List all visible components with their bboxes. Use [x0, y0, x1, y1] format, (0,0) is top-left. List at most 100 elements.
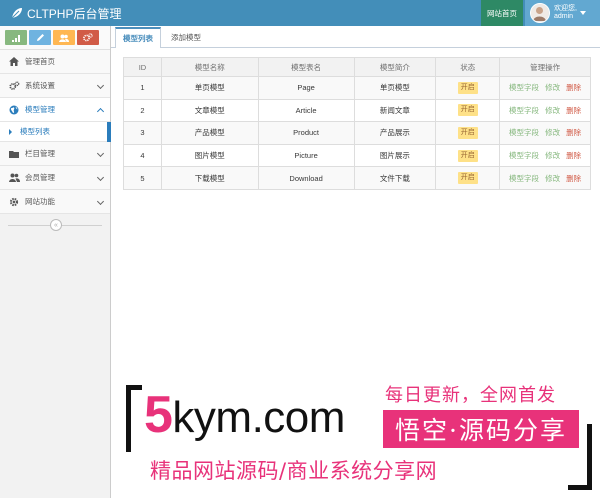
- column-header-table: 模型表名: [257, 57, 355, 77]
- cell-status: 开启: [435, 166, 501, 190]
- avatar: [530, 3, 550, 23]
- chevron-down-icon: [96, 197, 105, 206]
- shortcut-signal-button[interactable]: [5, 30, 27, 45]
- delete-link[interactable]: 删除: [566, 174, 581, 183]
- user-menu[interactable]: 欢迎您, admin: [525, 0, 600, 26]
- sidebar-item-label: 管理首页: [25, 57, 55, 66]
- cell-id: 4: [123, 143, 162, 168]
- cell-table: Article: [257, 98, 355, 123]
- folder-icon: [8, 148, 20, 160]
- watermark-domain-digit: 5: [144, 386, 173, 444]
- signal-icon: [11, 34, 20, 42]
- sidebar-item-label: 会员管理: [25, 173, 55, 182]
- cell-name: 图片模型: [160, 143, 259, 168]
- cell-name: 下载模型: [160, 166, 259, 190]
- globe-icon: [8, 104, 20, 116]
- cell-name: 产品模型: [160, 121, 259, 145]
- caret-down-icon: [579, 11, 586, 15]
- delete-link[interactable]: 删除: [566, 151, 581, 160]
- cell-actions: 模型字段 修改 删除: [499, 76, 591, 100]
- watermark-footer: 精品网站源码/商业系统分享网: [150, 459, 438, 483]
- fields-link[interactable]: 模型字段: [509, 128, 539, 137]
- double-left-icon: «: [54, 221, 58, 229]
- watermark-brand-box: 悟空·源码分享: [383, 410, 579, 448]
- shortcut-cogs-button[interactable]: [77, 30, 99, 45]
- status-badge[interactable]: 开启: [457, 149, 478, 162]
- delete-link[interactable]: 删除: [566, 128, 581, 137]
- brand[interactable]: CLTPHP后台管理: [11, 5, 121, 21]
- table-row: 1 单页模型 Page 单页模型 开启 模型字段 修改 删除: [123, 76, 591, 100]
- cell-status: 开启: [435, 121, 501, 145]
- status-badge[interactable]: 开启: [457, 172, 478, 185]
- sidebar-item-member-management[interactable]: 会员管理: [0, 166, 110, 190]
- status-badge[interactable]: 开启: [457, 81, 478, 94]
- cell-desc: 单页模型: [353, 76, 437, 100]
- cogs-icon: [83, 33, 93, 42]
- fields-link[interactable]: 模型字段: [509, 151, 539, 160]
- sidebar-collapse-bar: «: [0, 214, 110, 238]
- cell-desc: 图片展示: [353, 143, 437, 168]
- cell-status: 开启: [435, 98, 501, 123]
- tab-bar: 模型列表 添加模型: [111, 26, 600, 48]
- cell-name: 单页模型: [160, 76, 259, 100]
- fields-link[interactable]: 模型字段: [509, 174, 539, 183]
- shortcut-pencil-button[interactable]: [29, 30, 51, 45]
- watermark-domain-rest: kym.com: [172, 393, 345, 442]
- sidebar-item-system-settings[interactable]: 系统设置: [0, 74, 110, 98]
- column-header-id: ID: [123, 57, 162, 77]
- sidebar-item-label: 模型列表: [20, 127, 50, 136]
- cell-name: 文章模型: [160, 98, 259, 123]
- delete-link[interactable]: 删除: [566, 106, 581, 115]
- cell-desc: 产品展示: [353, 121, 437, 145]
- welcome-text: 欢迎您,: [554, 5, 577, 12]
- shortcut-users-button[interactable]: [53, 30, 75, 45]
- delete-link[interactable]: 删除: [566, 83, 581, 92]
- sidebar-item-column-management[interactable]: 栏目管理: [0, 142, 110, 166]
- status-badge[interactable]: 开启: [457, 126, 478, 139]
- edit-link[interactable]: 修改: [545, 83, 560, 92]
- watermark-slogan: 每日更新，全网首发: [385, 385, 556, 406]
- cell-actions: 模型字段 修改 删除: [499, 121, 591, 145]
- caret-right-icon: [9, 129, 12, 135]
- cogs-icon: [8, 80, 20, 92]
- edit-link[interactable]: 修改: [545, 151, 560, 160]
- sidebar-item-dashboard[interactable]: 管理首页: [0, 50, 110, 74]
- cell-id: 3: [123, 121, 162, 145]
- cell-id: 5: [123, 166, 162, 190]
- sidebar-subitem-model-list[interactable]: 模型列表: [0, 122, 116, 142]
- edit-link[interactable]: 修改: [545, 128, 560, 137]
- model-table: ID 模型名称 模型表名 模型简介 状态 管理操作 1 单页模型 Page 单页…: [123, 57, 591, 190]
- chevron-up-icon: [96, 107, 105, 116]
- sidebar-item-site-functions[interactable]: 网站功能: [0, 190, 110, 214]
- chevron-down-icon: [96, 173, 105, 182]
- cell-status: 开启: [435, 143, 501, 168]
- pencil-icon: [36, 34, 44, 41]
- sidebar-item-label: 网站功能: [25, 197, 55, 206]
- table-header-row: ID 模型名称 模型表名 模型简介 状态 管理操作: [123, 57, 591, 77]
- sidebar-collapse-button[interactable]: «: [50, 219, 62, 231]
- sidebar: 管理首页 系统设置 模型管理 模型列表 栏目管理 会员管理 网站功能 «: [0, 26, 116, 498]
- tab-add-model[interactable]: 添加模型: [163, 27, 209, 47]
- cell-id: 2: [123, 98, 162, 123]
- cell-table: Download: [257, 166, 355, 190]
- home-icon: [8, 56, 20, 68]
- user-avatar-icon: [531, 4, 548, 21]
- brand-title: CLTPHP后台管理: [27, 6, 122, 21]
- username: admin: [554, 13, 574, 20]
- column-header-actions: 管理操作: [499, 57, 591, 77]
- table-row: 4 图片模型 Picture 图片展示 开启 模型字段 修改 删除: [123, 143, 591, 168]
- tab-model-list[interactable]: 模型列表: [115, 27, 161, 48]
- cell-desc: 文件下载: [353, 166, 437, 190]
- fields-link[interactable]: 模型字段: [509, 106, 539, 115]
- cell-actions: 模型字段 修改 删除: [499, 143, 591, 168]
- fields-link[interactable]: 模型字段: [509, 83, 539, 92]
- column-header-desc: 模型简介: [353, 57, 437, 77]
- sidebar-item-model-management[interactable]: 模型管理: [0, 98, 110, 122]
- users-icon: [59, 34, 69, 42]
- status-badge[interactable]: 开启: [457, 104, 478, 117]
- edit-link[interactable]: 修改: [545, 174, 560, 183]
- site-home-button[interactable]: 网站首页: [481, 0, 523, 26]
- table-row: 5 下载模型 Download 文件下载 开启 模型字段 修改 删除: [123, 166, 591, 190]
- edit-link[interactable]: 修改: [545, 106, 560, 115]
- cell-status: 开启: [435, 76, 501, 100]
